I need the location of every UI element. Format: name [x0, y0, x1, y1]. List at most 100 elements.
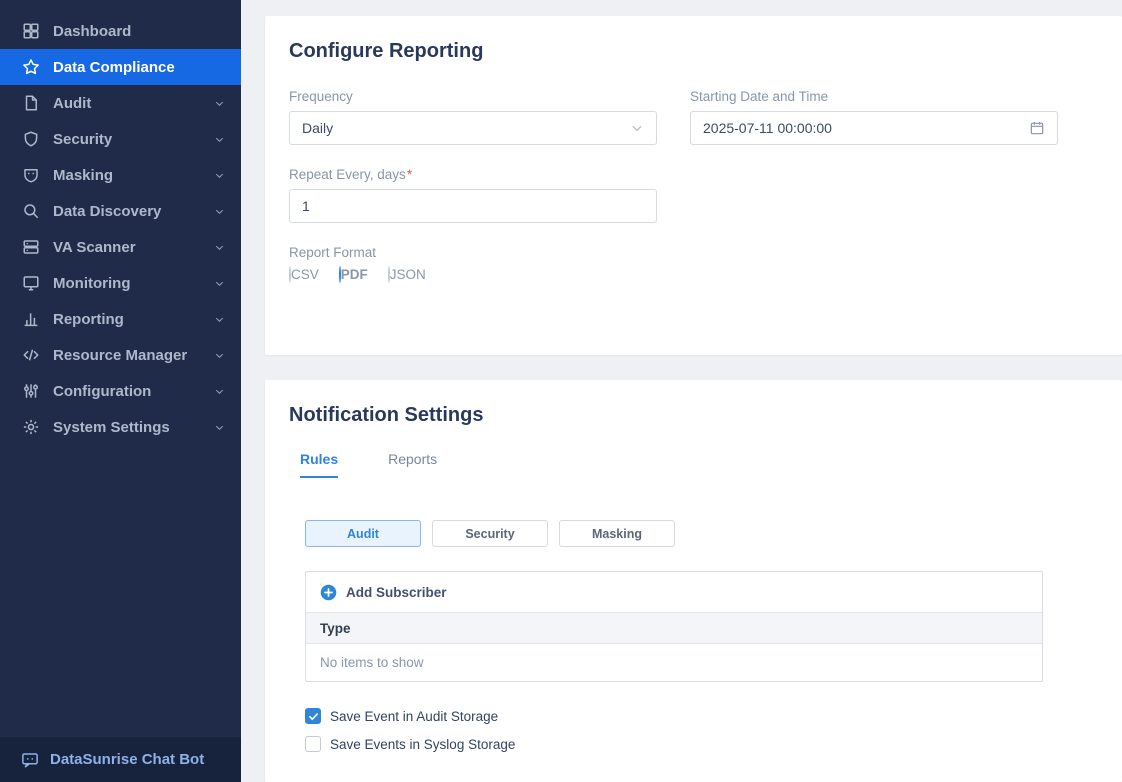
repeat-input[interactable] [289, 189, 657, 223]
sidebar-item-label: Security [53, 131, 201, 148]
radio-csv[interactable]: CSV [289, 267, 319, 282]
frequency-value: Daily [302, 120, 630, 136]
sidebar-item-label: Resource Manager [53, 347, 201, 364]
report-format-radio-group: CSV PDF JSON [289, 267, 657, 289]
checkbox-unchecked-icon [305, 736, 321, 752]
repeat-label: Repeat Every, days* [289, 167, 657, 182]
radio-json[interactable]: JSON [388, 267, 426, 282]
frequency-field: Frequency Daily [289, 89, 657, 145]
chat-bubble-icon [21, 751, 39, 769]
plus-circle-icon [320, 584, 337, 601]
reporting-form: Frequency Daily Starting Date and Time 2… [289, 89, 1098, 289]
chevron-down-icon [214, 278, 225, 289]
chevron-down-icon [214, 170, 225, 181]
rule-type-masking-button[interactable]: Masking [559, 520, 675, 547]
main-content: Configure Reporting Frequency Daily Star… [241, 0, 1122, 782]
radio-label: CSV [291, 267, 319, 282]
chevron-down-icon [214, 422, 225, 433]
radio-icon [388, 266, 390, 283]
table-header-type: Type [306, 612, 1042, 644]
chevron-down-icon [214, 350, 225, 361]
monitor-icon [22, 274, 40, 292]
chatbot-button[interactable]: DataSunrise Chat Bot [0, 736, 241, 782]
mask-icon [22, 166, 40, 184]
sidebar-item-dashboard[interactable]: Dashboard [0, 13, 241, 49]
sidebar-item-label: Audit [53, 95, 201, 112]
report-format-field: Report Format CSV PDF JSON [289, 245, 657, 289]
scanner-icon [22, 238, 40, 256]
chevron-down-icon [630, 121, 644, 135]
checkbox-checked-icon [305, 708, 321, 724]
bar-chart-icon [22, 310, 40, 328]
sidebar-item-label: Data Compliance [53, 59, 225, 76]
chevron-down-icon [214, 314, 225, 325]
sidebar-item-label: Masking [53, 167, 201, 184]
chatbot-label: DataSunrise Chat Bot [50, 751, 204, 768]
add-subscriber-button[interactable]: Add Subscriber [306, 572, 1042, 612]
shield-icon [22, 130, 40, 148]
radio-icon [289, 266, 291, 283]
start-datetime-field: Starting Date and Time 2025-07-11 00:00:… [690, 89, 1058, 145]
sidebar-item-audit[interactable]: Audit [0, 85, 241, 121]
sidebar-item-label: System Settings [53, 419, 201, 436]
calendar-icon[interactable] [1029, 120, 1045, 136]
repeat-field: Repeat Every, days* [289, 167, 657, 223]
sidebar-item-label: Monitoring [53, 275, 201, 292]
chevron-down-icon [214, 386, 225, 397]
checkbox-label: Save Events in Syslog Storage [330, 737, 515, 752]
tab-reports[interactable]: Reports [388, 451, 437, 478]
sidebar-item-resource-manager[interactable]: Resource Manager [0, 337, 241, 373]
sidebar-item-label: Configuration [53, 383, 201, 400]
rule-type-button-group: Audit Security Masking [305, 520, 1098, 547]
notification-settings-title: Notification Settings [289, 404, 1098, 427]
sidebar-item-label: Reporting [53, 311, 201, 328]
sidebar-item-label: Dashboard [53, 23, 225, 40]
sidebar-item-va-scanner[interactable]: VA Scanner [0, 229, 241, 265]
sidebar-item-data-discovery[interactable]: Data Discovery [0, 193, 241, 229]
sidebar-item-security[interactable]: Security [0, 121, 241, 157]
sidebar-item-masking[interactable]: Masking [0, 157, 241, 193]
code-icon [22, 346, 40, 364]
radio-pdf[interactable]: PDF [339, 267, 368, 282]
notification-tabs: Rules Reports [289, 451, 1098, 478]
radio-label: PDF [341, 267, 368, 282]
rule-type-security-button[interactable]: Security [432, 520, 548, 547]
table-empty-row: No items to show [306, 644, 1042, 681]
chevron-down-icon [214, 134, 225, 145]
add-subscriber-label: Add Subscriber [346, 585, 447, 600]
rule-type-audit-button[interactable]: Audit [305, 520, 421, 547]
sidebar-item-monitoring[interactable]: Monitoring [0, 265, 241, 301]
rules-panel: Audit Security Masking Add Subscriber Ty… [289, 520, 1098, 752]
frequency-label: Frequency [289, 89, 657, 104]
star-icon [22, 58, 40, 76]
required-asterisk: * [407, 167, 412, 182]
grid-spacer [690, 167, 1058, 223]
sidebar-item-system-settings[interactable]: System Settings [0, 409, 241, 445]
syslog-storage-checkbox[interactable]: Save Events in Syslog Storage [305, 736, 1098, 752]
radio-label: JSON [390, 267, 426, 282]
audit-storage-checkbox[interactable]: Save Event in Audit Storage [305, 708, 1098, 724]
configure-reporting-title: Configure Reporting [289, 40, 1098, 63]
start-datetime-value: 2025-07-11 00:00:00 [703, 120, 1029, 136]
sidebar-item-data-compliance[interactable]: Data Compliance [0, 49, 241, 85]
tab-rules[interactable]: Rules [300, 451, 338, 478]
gear-icon [22, 418, 40, 436]
search-icon [22, 202, 40, 220]
notification-settings-card: Notification Settings Rules Reports Audi… [265, 380, 1122, 782]
start-datetime-input[interactable]: 2025-07-11 00:00:00 [690, 111, 1058, 145]
start-datetime-label: Starting Date and Time [690, 89, 1058, 104]
configure-reporting-card: Configure Reporting Frequency Daily Star… [265, 16, 1122, 355]
sliders-icon [22, 382, 40, 400]
sidebar-item-label: VA Scanner [53, 239, 201, 256]
frequency-select[interactable]: Daily [289, 111, 657, 145]
sidebar-item-label: Data Discovery [53, 203, 201, 220]
chevron-down-icon [214, 98, 225, 109]
chevron-down-icon [214, 206, 225, 217]
sidebar-item-reporting[interactable]: Reporting [0, 301, 241, 337]
storage-checkboxes: Save Event in Audit Storage Save Events … [305, 708, 1098, 752]
sidebar: Dashboard Data Compliance Audit Security [0, 0, 241, 782]
document-icon [22, 94, 40, 112]
report-format-label: Report Format [289, 245, 657, 260]
sidebar-item-configuration[interactable]: Configuration [0, 373, 241, 409]
chevron-down-icon [214, 242, 225, 253]
